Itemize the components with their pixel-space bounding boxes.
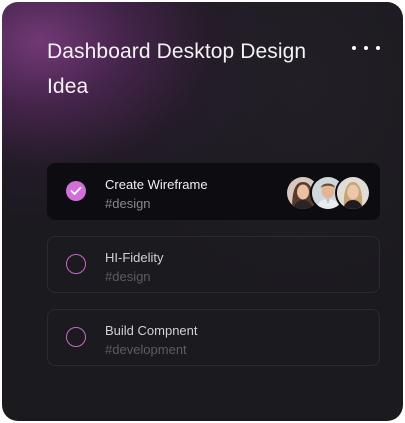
task-name: Build Compnent <box>105 323 198 338</box>
task-card: Dashboard Desktop Design Idea Create Wir… <box>2 2 403 421</box>
avatar[interactable] <box>335 175 371 211</box>
task-name: Create Wireframe <box>105 177 208 192</box>
task-item-create-wireframe[interactable]: Create Wireframe #design <box>47 163 380 220</box>
more-options-button[interactable] <box>352 40 380 56</box>
task-tag: #design <box>105 269 151 284</box>
task-item-build-component[interactable]: Build Compnent #development <box>47 309 380 366</box>
task-tag: #development <box>105 342 187 357</box>
checkbox-unchecked-icon[interactable] <box>66 327 86 347</box>
checkbox-unchecked-icon[interactable] <box>66 254 86 274</box>
more-icon-dot <box>376 46 380 50</box>
checkbox-checked-icon[interactable] <box>66 181 86 201</box>
more-icon-dot <box>364 46 368 50</box>
task-tag: #design <box>105 196 151 211</box>
task-item-hi-fidelity[interactable]: HI-Fidelity #design <box>47 236 380 293</box>
card-title: Dashboard Desktop Design Idea <box>47 40 307 98</box>
assignee-avatars[interactable] <box>285 175 371 211</box>
task-name: HI-Fidelity <box>105 250 164 265</box>
more-icon-dot <box>352 46 356 50</box>
